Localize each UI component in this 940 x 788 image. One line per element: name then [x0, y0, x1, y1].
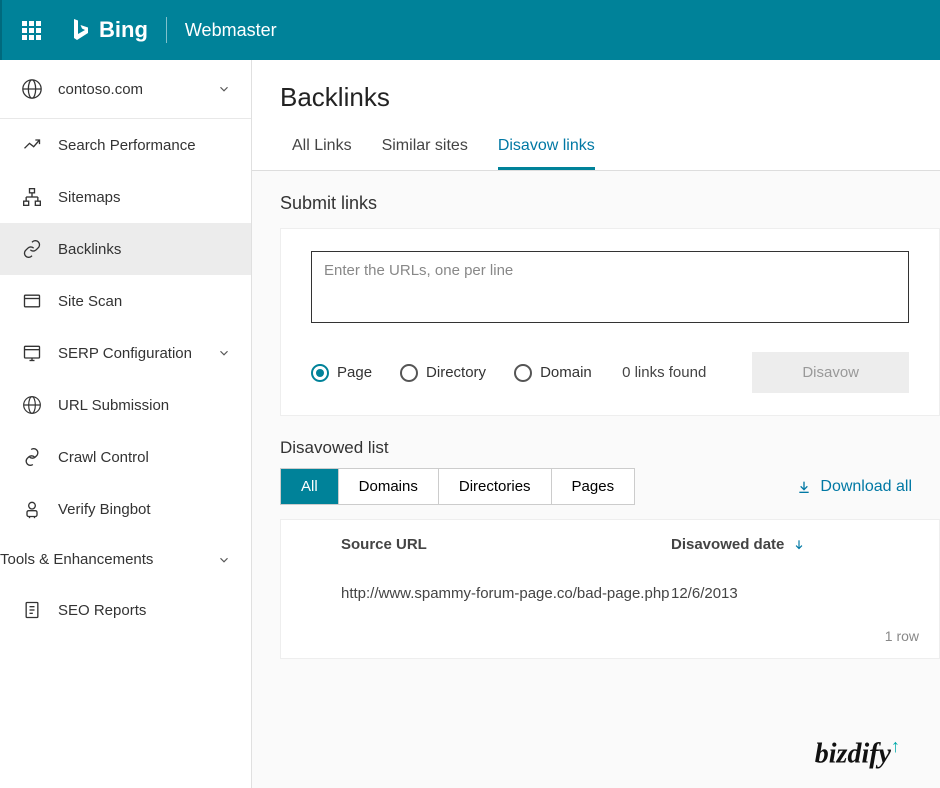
table-row[interactable]: http://www.spammy-forum-page.co/bad-page… — [281, 569, 939, 618]
filter-row: All Domains Directories Pages Download a… — [252, 468, 940, 505]
watermark-text: bizdify — [815, 738, 891, 769]
sidebar-item-seo-reports[interactable]: SEO Reports — [0, 584, 251, 636]
filter-all[interactable]: All — [281, 469, 339, 504]
sidebar-item-label: URL Submission — [58, 397, 169, 414]
radio-icon — [311, 364, 329, 382]
sort-down-icon — [792, 538, 806, 552]
sidebar-item-label: Search Performance — [58, 137, 196, 154]
report-icon — [20, 600, 44, 620]
download-all-label: Download all — [820, 478, 912, 496]
crawl-icon — [20, 447, 44, 467]
submit-options-row: Page Directory Domain 0 links found Disa… — [311, 352, 909, 393]
watermark-arrow-icon: ↑ — [891, 736, 900, 756]
col-disavowed-date[interactable]: Disavowed date — [671, 536, 919, 553]
sidebar-item-sitemaps[interactable]: Sitemaps — [0, 171, 251, 223]
filter-pages[interactable]: Pages — [552, 469, 635, 504]
brand-logo: Bing Webmaster — [71, 17, 277, 43]
radio-directory[interactable]: Directory — [400, 364, 486, 382]
filter-group: All Domains Directories Pages — [280, 468, 635, 505]
main-content: Backlinks All Links Similar sites Disavo… — [252, 60, 940, 788]
disavow-button[interactable]: Disavow — [752, 352, 909, 393]
download-icon — [796, 479, 812, 495]
url-input[interactable] — [311, 251, 909, 323]
sidebar-item-label: SERP Configuration — [58, 345, 192, 362]
chevron-down-icon — [217, 82, 231, 96]
radio-label: Directory — [426, 364, 486, 381]
download-all-link[interactable]: Download all — [796, 478, 912, 496]
app-header: Bing Webmaster — [0, 0, 940, 60]
app-launcher-icon[interactable] — [22, 21, 41, 40]
page-title: Backlinks — [252, 60, 940, 127]
tab-disavow-links[interactable]: Disavow links — [498, 127, 595, 170]
product-name: Webmaster — [185, 20, 277, 41]
sidebar-item-label: Sitemaps — [58, 189, 121, 206]
tab-bar: All Links Similar sites Disavow links — [252, 127, 940, 171]
watermark-logo: bizdify↑ — [815, 736, 900, 770]
filter-domains[interactable]: Domains — [339, 469, 439, 504]
radio-icon — [400, 364, 418, 382]
links-found-text: 0 links found — [622, 364, 706, 381]
sidebar-item-url-submission[interactable]: URL Submission — [0, 379, 251, 431]
cell-source-url: http://www.spammy-forum-page.co/bad-page… — [301, 585, 671, 602]
brand-name: Bing — [99, 17, 148, 43]
trend-icon — [20, 135, 44, 155]
submit-links-title: Submit links — [252, 171, 940, 228]
sidebar-item-label: Site Scan — [58, 293, 122, 310]
chevron-down-icon — [217, 553, 231, 567]
sidebar-item-label: Crawl Control — [58, 449, 149, 466]
brand-divider — [166, 17, 167, 43]
sidebar-section-tools[interactable]: Tools & Enhancements — [0, 535, 251, 584]
site-selector[interactable]: contoso.com — [0, 60, 251, 119]
radio-label: Domain — [540, 364, 592, 381]
disavowed-list-title: Disavowed list — [252, 416, 940, 468]
sidebar-item-label: Backlinks — [58, 241, 121, 258]
globe-icon — [20, 395, 44, 415]
table-footer: 1 row — [281, 618, 939, 658]
bot-icon — [20, 499, 44, 519]
tab-similar-sites[interactable]: Similar sites — [382, 127, 468, 170]
col-source-url[interactable]: Source URL — [301, 536, 671, 553]
radio-domain[interactable]: Domain — [514, 364, 592, 382]
radio-icon — [514, 364, 532, 382]
site-domain: contoso.com — [58, 81, 217, 98]
serp-icon — [20, 343, 44, 363]
sidebar-item-label: SEO Reports — [58, 602, 146, 619]
submit-links-card: Page Directory Domain 0 links found Disa… — [280, 228, 940, 416]
sidebar-item-crawl-control[interactable]: Crawl Control — [0, 431, 251, 483]
sitemap-icon — [20, 187, 44, 207]
sidebar: contoso.com Search Performance Sitemaps … — [0, 60, 252, 788]
sidebar-item-verify-bingbot[interactable]: Verify Bingbot — [0, 483, 251, 535]
sidebar-item-backlinks[interactable]: Backlinks — [0, 223, 251, 275]
sidebar-item-search-performance[interactable]: Search Performance — [0, 119, 251, 171]
link-icon — [20, 239, 44, 259]
table-header: Source URL Disavowed date — [281, 520, 939, 569]
radio-page[interactable]: Page — [311, 364, 372, 382]
globe-icon — [20, 78, 44, 100]
tab-all-links[interactable]: All Links — [292, 127, 352, 170]
sidebar-section-label: Tools & Enhancements — [0, 551, 217, 568]
sidebar-item-label: Verify Bingbot — [58, 501, 151, 518]
col-date-label: Disavowed date — [671, 536, 784, 553]
chevron-down-icon — [217, 346, 231, 360]
filter-directories[interactable]: Directories — [439, 469, 552, 504]
disavowed-table: Source URL Disavowed date http://www.spa… — [280, 519, 940, 659]
cell-disavowed-date: 12/6/2013 — [671, 585, 919, 602]
bing-logo-icon — [71, 19, 89, 41]
sidebar-item-serp-config[interactable]: SERP Configuration — [0, 327, 251, 379]
scan-icon — [20, 291, 44, 311]
radio-label: Page — [337, 364, 372, 381]
sidebar-item-site-scan[interactable]: Site Scan — [0, 275, 251, 327]
